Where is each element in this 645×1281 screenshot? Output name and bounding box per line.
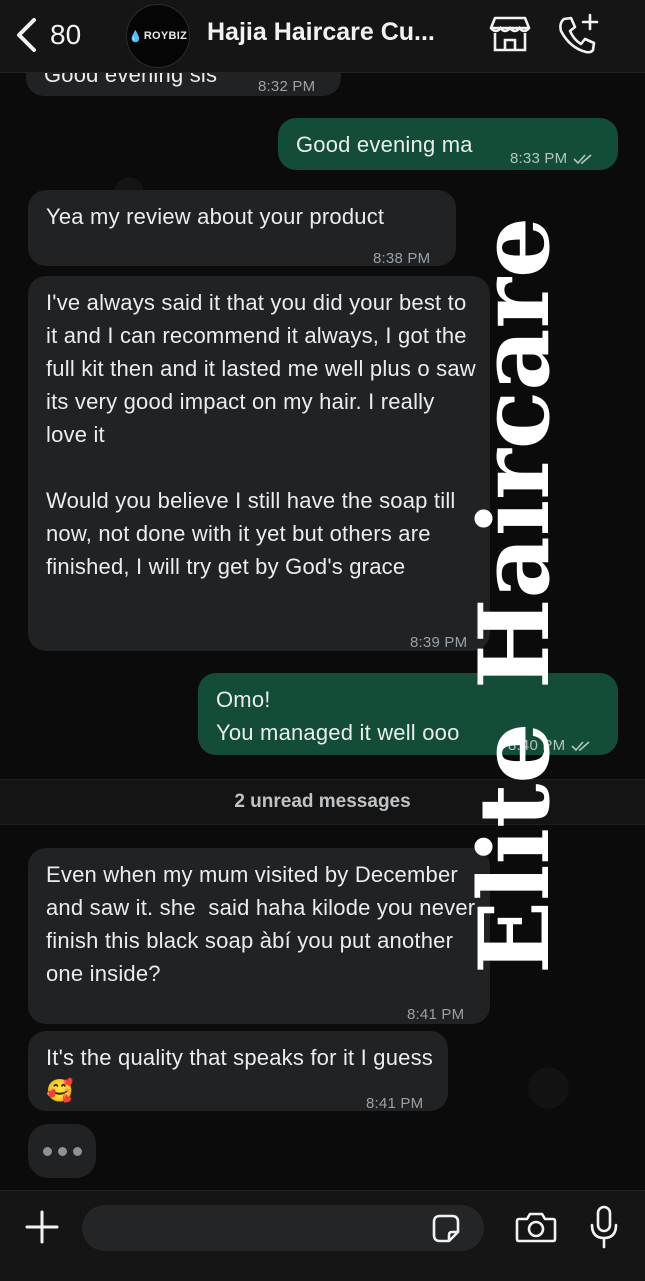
message-incoming[interactable]: It's the quality that speaks for it I gu… (28, 1031, 448, 1112)
message-time: 8:39 PM (410, 634, 468, 651)
call-button[interactable] (556, 12, 600, 56)
phone-add-icon (559, 13, 599, 54)
message-time: 8:40 PM (508, 737, 566, 754)
message-meta: 8:40 PM (508, 729, 591, 762)
sticker-button[interactable] (428, 1211, 464, 1247)
store-button[interactable] (488, 12, 532, 56)
message-meta: 8:33 PM (510, 142, 593, 175)
double-check-icon (573, 154, 592, 165)
message-incoming[interactable]: Yea my review about your product 8:38 PM (28, 190, 456, 267)
back-button[interactable]: 80 (14, 14, 104, 56)
message-outgoing[interactable]: Good evening ma 8:33 PM (278, 118, 618, 170)
message-text: I've always said it that you did your be… (46, 290, 476, 579)
chat-header: 80 💧 ROYBIZ Hajia Haircare Cu... (0, 0, 645, 73)
message-incoming[interactable]: I've always said it that you did your be… (28, 276, 490, 651)
message-text: Good evening ma (296, 132, 473, 157)
message-time: 8:33 PM (510, 150, 568, 167)
avatar-label: ROYBIZ (143, 30, 188, 42)
message-time: 8:41 PM (366, 1095, 424, 1112)
message-incoming[interactable]: Even when my mum visited by December and… (28, 848, 490, 1024)
typing-indicator (28, 1124, 96, 1178)
attach-button[interactable] (20, 1205, 64, 1249)
chat-title[interactable]: Hajia Haircare Cu... (207, 18, 477, 47)
message-text: Even when my mum visited by December and… (46, 862, 482, 986)
camera-button[interactable] (512, 1205, 560, 1249)
drop-icon: 💧 (128, 30, 143, 43)
camera-icon (515, 1212, 557, 1243)
unread-divider: 2 unread messages (0, 779, 645, 825)
message-time: 8:38 PM (373, 250, 431, 267)
message-time: 8:41 PM (407, 1006, 465, 1023)
chevron-left-icon (17, 18, 36, 52)
sticker-icon (432, 1214, 460, 1243)
plus-icon (25, 1210, 59, 1244)
store-icon (489, 16, 531, 52)
avatar[interactable]: 💧 ROYBIZ (126, 4, 190, 68)
typing-dot (42, 1146, 52, 1156)
message-input[interactable] (82, 1205, 484, 1251)
typing-dot (72, 1146, 82, 1156)
message-time: 8:32 PM (258, 78, 316, 95)
double-check-icon (571, 741, 590, 752)
message-text: Yea my review about your product (46, 204, 385, 229)
typing-dot (57, 1146, 67, 1156)
microphone-icon (590, 1205, 618, 1249)
composer-bar (0, 1190, 645, 1281)
microphone-button[interactable] (584, 1203, 624, 1251)
unread-count: 80 (50, 19, 82, 50)
message-outgoing[interactable]: Omo! You managed it well ooo 8:40 PM (198, 673, 618, 755)
